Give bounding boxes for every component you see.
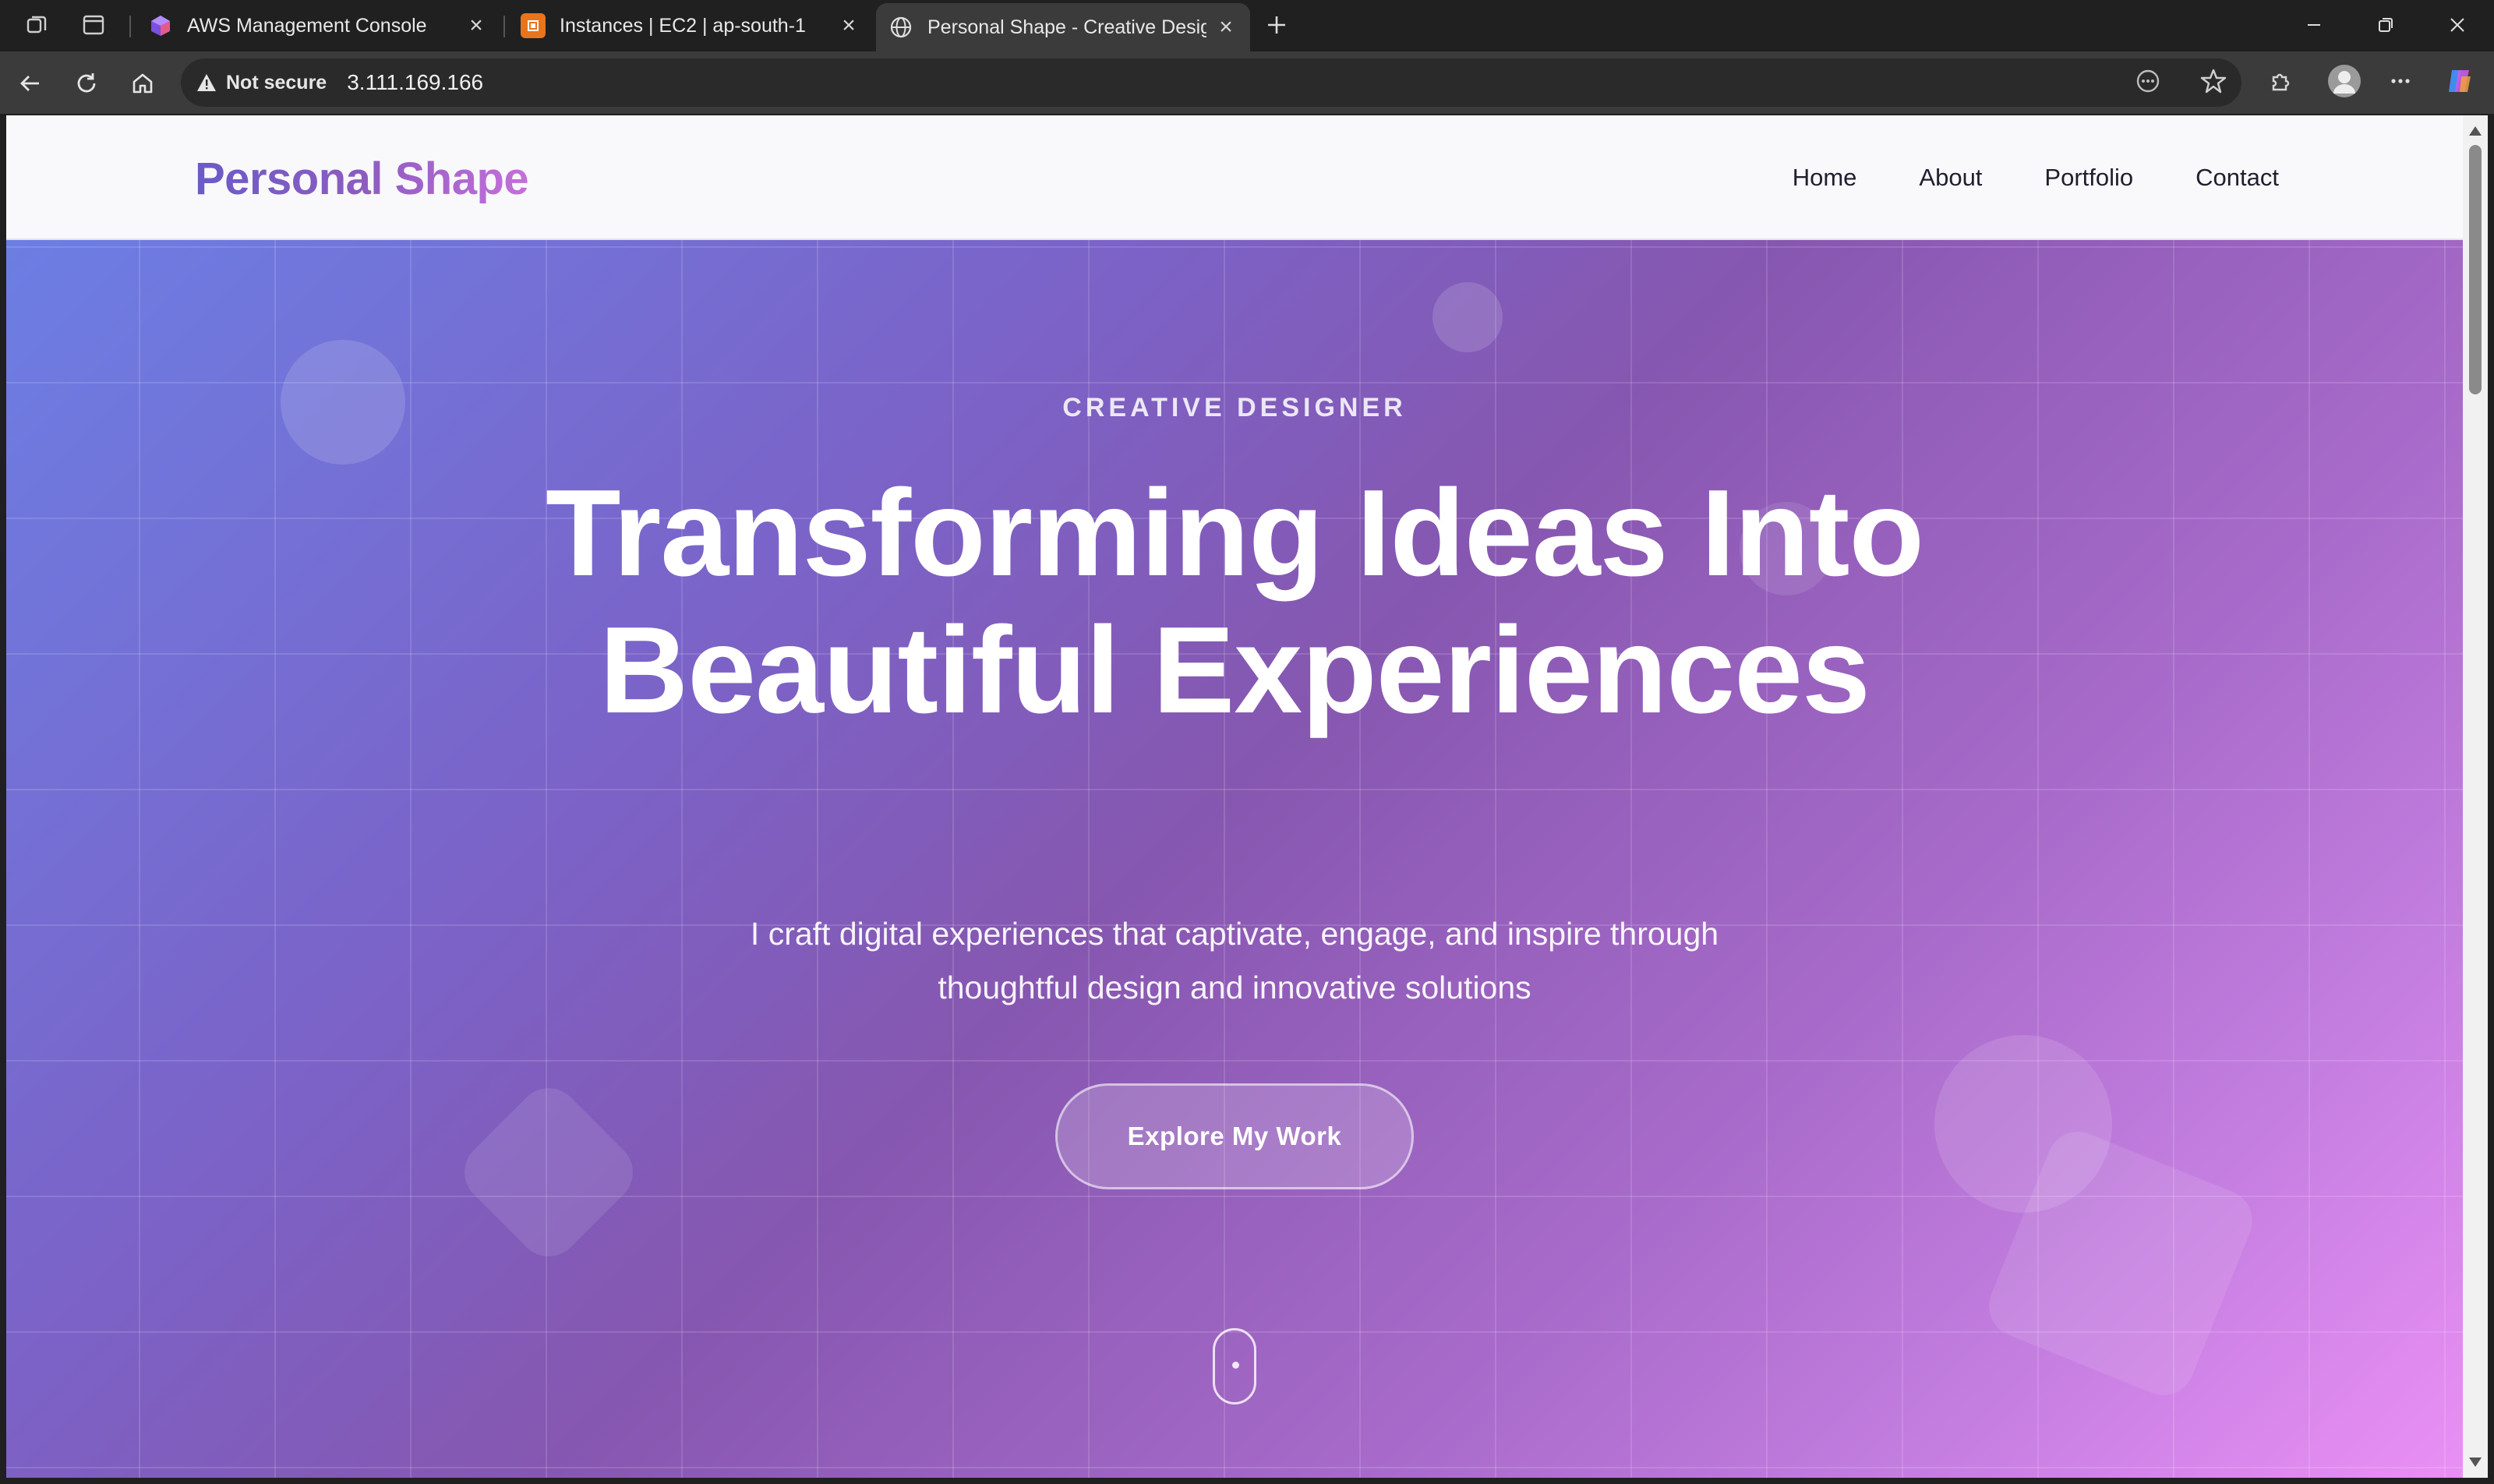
site-header: Personal Shape Home About Portfolio Cont…	[6, 115, 2463, 240]
minimize-icon[interactable]	[2287, 8, 2341, 42]
scroll-indicator-icon[interactable]	[1213, 1328, 1256, 1404]
address-bar[interactable]: Not secure 3.111.169.166	[181, 58, 2241, 107]
ec2-icon	[521, 13, 546, 38]
hero-section: CREATIVE DESIGNER Transforming Ideas Int…	[6, 240, 2463, 1478]
profile-avatar-icon[interactable]	[2327, 64, 2362, 98]
tab-title: Instances | EC2 | ap-south-1	[560, 14, 806, 37]
back-icon[interactable]	[11, 64, 50, 103]
nav-link-portfolio[interactable]: Portfolio	[2044, 161, 2133, 195]
reload-icon[interactable]	[67, 64, 106, 103]
warning-icon[interactable]	[195, 71, 218, 94]
page-scrollbar[interactable]	[2463, 115, 2488, 1478]
restore-icon[interactable]	[2358, 8, 2413, 42]
explore-work-button[interactable]: Explore My Work	[1055, 1083, 1414, 1189]
hero-subtext: I craft digital experiences that captiva…	[750, 916, 1719, 1005]
url-text[interactable]: 3.111.169.166	[347, 70, 483, 95]
scrollbar-thumb[interactable]	[2469, 145, 2482, 394]
tab-separator	[503, 16, 505, 37]
tab-ec2-instances[interactable]: Instances | EC2 | ap-south-1 ×	[508, 3, 873, 48]
brand-logo[interactable]: Personal Shape	[195, 153, 529, 205]
hero-eyebrow: CREATIVE DESIGNER	[1062, 393, 1407, 422]
site-nav: Home About Portfolio Contact	[1730, 161, 2279, 195]
decorative-circle	[1432, 282, 1503, 352]
reading-view-icon[interactable]	[2131, 64, 2165, 98]
scroll-up-icon[interactable]	[2469, 126, 2482, 136]
security-label[interactable]: Not secure	[226, 72, 327, 94]
hero-headline: Transforming Ideas Into Beautiful Experi…	[546, 465, 1924, 739]
favorite-star-icon[interactable]	[2196, 64, 2231, 98]
tab-title: Personal Shape - Creative Design	[927, 16, 1206, 38]
title-bar: AWS Management Console × Instances | EC2…	[0, 0, 2494, 51]
home-icon[interactable]	[123, 64, 162, 103]
new-tab-icon[interactable]	[1261, 11, 1292, 39]
extensions-icon[interactable]	[2263, 64, 2298, 98]
nav-link-about[interactable]: About	[1919, 161, 1982, 195]
vertical-tabs-icon[interactable]	[78, 11, 109, 39]
page-viewport: Personal Shape Home About Portfolio Cont…	[6, 115, 2463, 1478]
scroll-wheel-dot	[1232, 1362, 1239, 1369]
tab-title: AWS Management Console	[187, 14, 427, 37]
close-tab-icon[interactable]: ×	[837, 12, 860, 38]
close-tab-icon[interactable]: ×	[465, 12, 488, 38]
workspaces-icon[interactable]	[22, 11, 53, 39]
nav-link-contact[interactable]: Contact	[2195, 161, 2279, 195]
tab-personal-shape[interactable]: Personal Shape - Creative Design ×	[876, 3, 1250, 51]
more-options-icon[interactable]	[2383, 64, 2418, 98]
tab-aws-console[interactable]: AWS Management Console ×	[136, 3, 500, 48]
tab-separator	[129, 16, 131, 37]
browser-toolbar: Not secure 3.111.169.166	[0, 51, 2494, 114]
aws-cube-icon	[148, 13, 173, 38]
close-tab-icon[interactable]: ×	[1214, 14, 1238, 40]
close-window-icon[interactable]	[2430, 8, 2485, 42]
copilot-icon[interactable]	[2443, 64, 2477, 98]
nav-link-home[interactable]: Home	[1793, 161, 1857, 195]
globe-icon	[888, 15, 913, 40]
browser-window: AWS Management Console × Instances | EC2…	[0, 0, 2494, 1484]
scroll-down-icon[interactable]	[2469, 1458, 2482, 1467]
